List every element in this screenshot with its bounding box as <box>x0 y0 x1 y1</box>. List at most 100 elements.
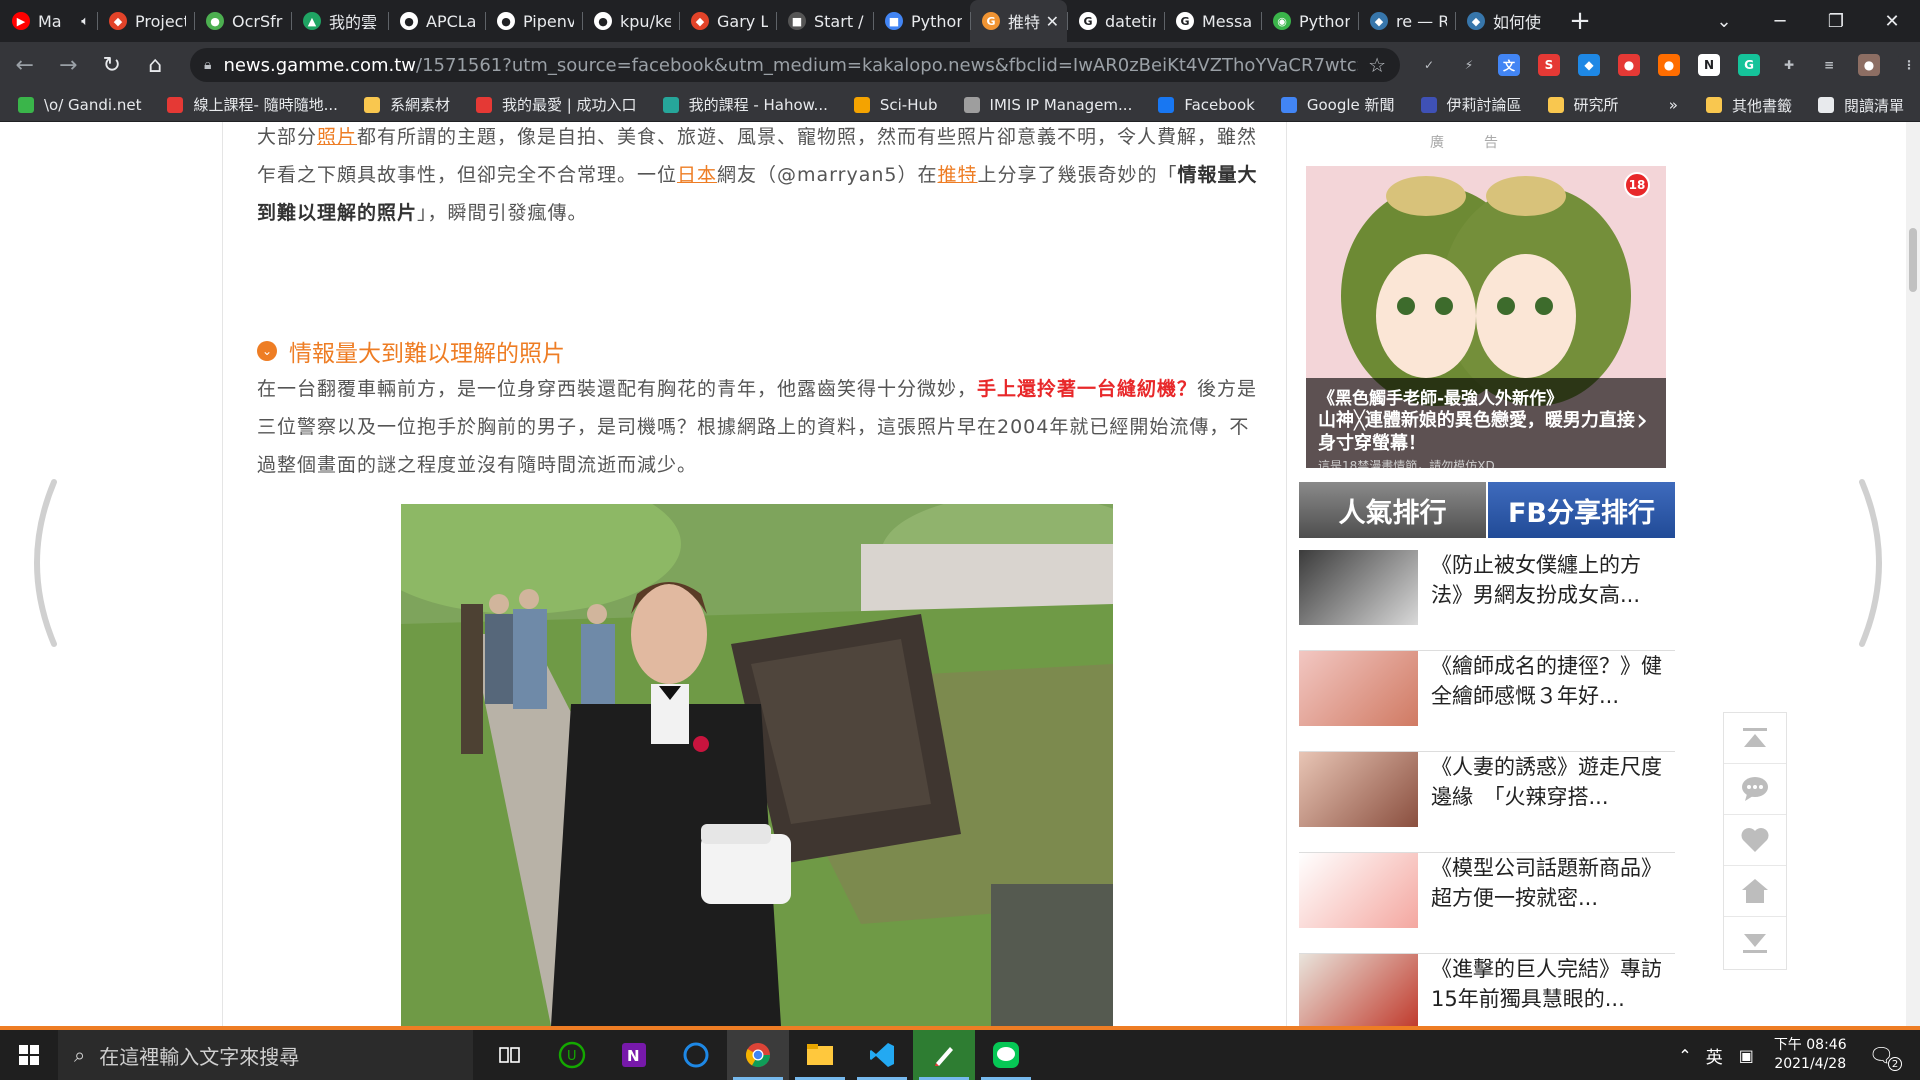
notion-icon[interactable]: N <box>1698 54 1720 76</box>
ranking-item[interactable]: 《繪師成名的捷徑？》健全繪師感慨３年好... <box>1299 651 1675 752</box>
bookmark-item[interactable]: 系網素材 <box>363 94 450 115</box>
bookmark-item[interactable]: 線上課程- 隨時隨地... <box>167 94 338 115</box>
home-icon[interactable] <box>1724 866 1786 917</box>
reading-list[interactable]: 閱讀清單 <box>1817 95 1904 116</box>
chevron-up-icon[interactable]: ⌃ <box>1678 1046 1691 1065</box>
bookmark-item[interactable]: \o/ Gandi.net <box>18 96 141 114</box>
link-twitter[interactable]: 推特 <box>938 164 978 186</box>
speaker-icon[interactable]: 🔈︎ <box>81 14 89 29</box>
bookmarks-more[interactable]: » <box>1669 96 1678 114</box>
ime-indicator[interactable]: 英 <box>1706 1043 1723 1068</box>
browser-tab[interactable]: ● kpu/ke <box>582 0 679 42</box>
ime-pad-icon[interactable]: ▣ <box>1739 1046 1754 1065</box>
upwork-icon[interactable]: U <box>541 1030 603 1080</box>
browser-tab[interactable]: ● OcrSfrs <box>194 0 291 42</box>
browser-tab[interactable]: ▲ 我的雲 <box>291 0 388 42</box>
ranking-title[interactable]: 《防止被女僕纏上的方法》男網友扮成女高... <box>1431 550 1671 610</box>
bookmark-item[interactable]: Facebook <box>1158 96 1255 114</box>
new-tab-button[interactable]: + <box>1560 0 1600 42</box>
previous-article-arrow-icon[interactable] <box>14 478 64 648</box>
article-photo[interactable] <box>401 504 1113 1026</box>
ranking-thumbnail[interactable] <box>1299 550 1418 625</box>
bookmark-item[interactable]: 研究所 <box>1547 94 1619 115</box>
browser-tab[interactable]: ● Pipenv <box>485 0 582 42</box>
address-bar[interactable]: 🔒︎ news.gamme.com.tw /1571561?utm_source… <box>190 48 1400 82</box>
browser-tab[interactable]: ■ Start / <box>776 0 873 42</box>
bookmark-item[interactable]: 我的課程 - Hahow... <box>662 94 828 115</box>
lightning-icon[interactable]: ⚡ <box>1458 54 1480 76</box>
vscode-icon[interactable] <box>851 1030 913 1080</box>
close-tab-icon[interactable]: ✕ <box>1046 12 1059 31</box>
link-photo[interactable]: 照片 <box>317 126 357 148</box>
tab-popular[interactable]: 人氣排行 <box>1299 482 1486 538</box>
taskbar-search[interactable]: ⌕ 在這裡輸入文字來搜尋 <box>58 1030 473 1080</box>
browser-tab[interactable]: ◆ 如何使 <box>1455 0 1552 42</box>
check-icon[interactable]: ✓ <box>1418 54 1440 76</box>
ranking-thumbnail[interactable] <box>1299 752 1418 827</box>
tab-search-icon[interactable]: ⌄ <box>1696 11 1752 32</box>
profile-avatar-icon[interactable]: ● <box>1858 54 1880 76</box>
ranking-title[interactable]: 《模型公司話題新商品》超方便一按就密... <box>1431 853 1671 913</box>
scrollbar-thumb[interactable] <box>1909 228 1917 292</box>
ranking-item[interactable]: 《防止被女僕纏上的方法》男網友扮成女高... <box>1299 550 1675 651</box>
bookmark-item[interactable]: IMIS IP Managem... <box>963 96 1132 114</box>
media-icon[interactable]: ≡ <box>1818 54 1840 76</box>
ranking-thumbnail[interactable] <box>1299 954 1418 1026</box>
tab-fb-share[interactable]: FB分享排行 <box>1488 482 1675 538</box>
browser-tab[interactable]: G 推特 ✕ <box>970 0 1067 42</box>
bookmark-item[interactable]: 伊莉討論區 <box>1420 94 1522 115</box>
back-button[interactable]: ← <box>6 46 44 84</box>
bookmark-star-icon[interactable]: ☆ <box>1368 53 1386 77</box>
browser-tab[interactable]: G Messag <box>1164 0 1261 42</box>
translate-icon[interactable]: 文 <box>1498 54 1520 76</box>
ranking-title[interactable]: 《人妻的誘惑》遊走尺度邊緣 「火辣穿搭... <box>1431 752 1671 812</box>
browser-tab[interactable]: ◉ Python <box>1261 0 1358 42</box>
ranking-title[interactable]: 《繪師成名的捷徑？》健全繪師感慨３年好... <box>1431 651 1671 711</box>
browser-tab[interactable]: ◆ Gary Lo <box>679 0 776 42</box>
ranking-thumbnail[interactable] <box>1299 651 1418 726</box>
bookmark-item[interactable]: Google 新聞 <box>1280 94 1395 115</box>
close-window-icon[interactable]: ✕ <box>1864 11 1920 32</box>
back-to-top-icon[interactable] <box>1724 713 1786 764</box>
restore-icon[interactable]: ❐ <box>1808 11 1864 32</box>
menu-dots-icon[interactable]: ⋮ <box>1898 54 1920 76</box>
minimize-icon[interactable]: ─ <box>1752 11 1808 32</box>
next-article-arrow-icon[interactable] <box>1852 478 1902 648</box>
grammarly-icon[interactable]: G <box>1738 54 1760 76</box>
ranking-item[interactable]: 《模型公司話題新商品》超方便一按就密... <box>1299 853 1675 954</box>
ranking-item[interactable]: 《進擊的巨人完結》專訪15年前獨具慧眼的... <box>1299 954 1675 1026</box>
clock[interactable]: 下午 08:46 2021/4/28 <box>1774 1036 1847 1074</box>
browser-tab[interactable]: ◆ re — R <box>1358 0 1455 42</box>
fox-icon[interactable]: ● <box>1658 54 1680 76</box>
ranking-title[interactable]: 《進擊的巨人完結》專訪15年前獨具慧眼的... <box>1431 954 1671 1014</box>
chrome-icon[interactable] <box>727 1030 789 1080</box>
browser-tab[interactable]: ■ Python <box>873 0 970 42</box>
s-extension-icon[interactable]: S <box>1538 54 1560 76</box>
link-japan[interactable]: 日本 <box>677 164 717 186</box>
browser-tab[interactable]: ▶ Ma 🔈︎ <box>0 0 97 42</box>
reload-button[interactable]: ↻ <box>93 46 131 84</box>
bookmark-item[interactable]: Sci-Hub <box>853 96 938 114</box>
browser-tab[interactable]: Gdatetim <box>1067 0 1164 42</box>
line-icon[interactable] <box>975 1030 1037 1080</box>
forward-button[interactable]: → <box>50 46 88 84</box>
scroll-bottom-icon[interactable] <box>1724 917 1786 968</box>
record-icon[interactable]: ● <box>1618 54 1640 76</box>
file-explorer-icon[interactable] <box>789 1030 851 1080</box>
notepad-app-icon[interactable] <box>913 1030 975 1080</box>
ranking-item[interactable]: 《人妻的誘惑》遊走尺度邊緣 「火辣穿搭... <box>1299 752 1675 853</box>
other-bookmarks-folder[interactable]: 其他書籤 <box>1705 95 1792 116</box>
browser-tab[interactable]: ● APCLa <box>388 0 485 42</box>
windows-start-icon[interactable] <box>0 1030 58 1080</box>
bookmark-item[interactable]: 我的最愛 | 成功入口 <box>475 94 637 115</box>
heart-icon[interactable] <box>1724 815 1786 866</box>
home-button[interactable]: ⌂ <box>137 46 175 84</box>
app-c-icon[interactable] <box>665 1030 727 1080</box>
chevron-right-icon[interactable]: › <box>1636 403 1648 438</box>
ad-banner[interactable]: 18 《黑色觸手老師-最強人外新作》 山神╳連體新娘的異色戀愛，暖男力直接身寸穿… <box>1306 166 1666 468</box>
task-view-icon[interactable] <box>479 1030 541 1080</box>
shield-extension-icon[interactable]: ◆ <box>1578 54 1600 76</box>
notification-icon[interactable]: 🗨︎ 2 <box>1869 1043 1902 1071</box>
ranking-thumbnail[interactable] <box>1299 853 1418 928</box>
lock-icon[interactable]: 🔒︎ <box>204 57 211 73</box>
